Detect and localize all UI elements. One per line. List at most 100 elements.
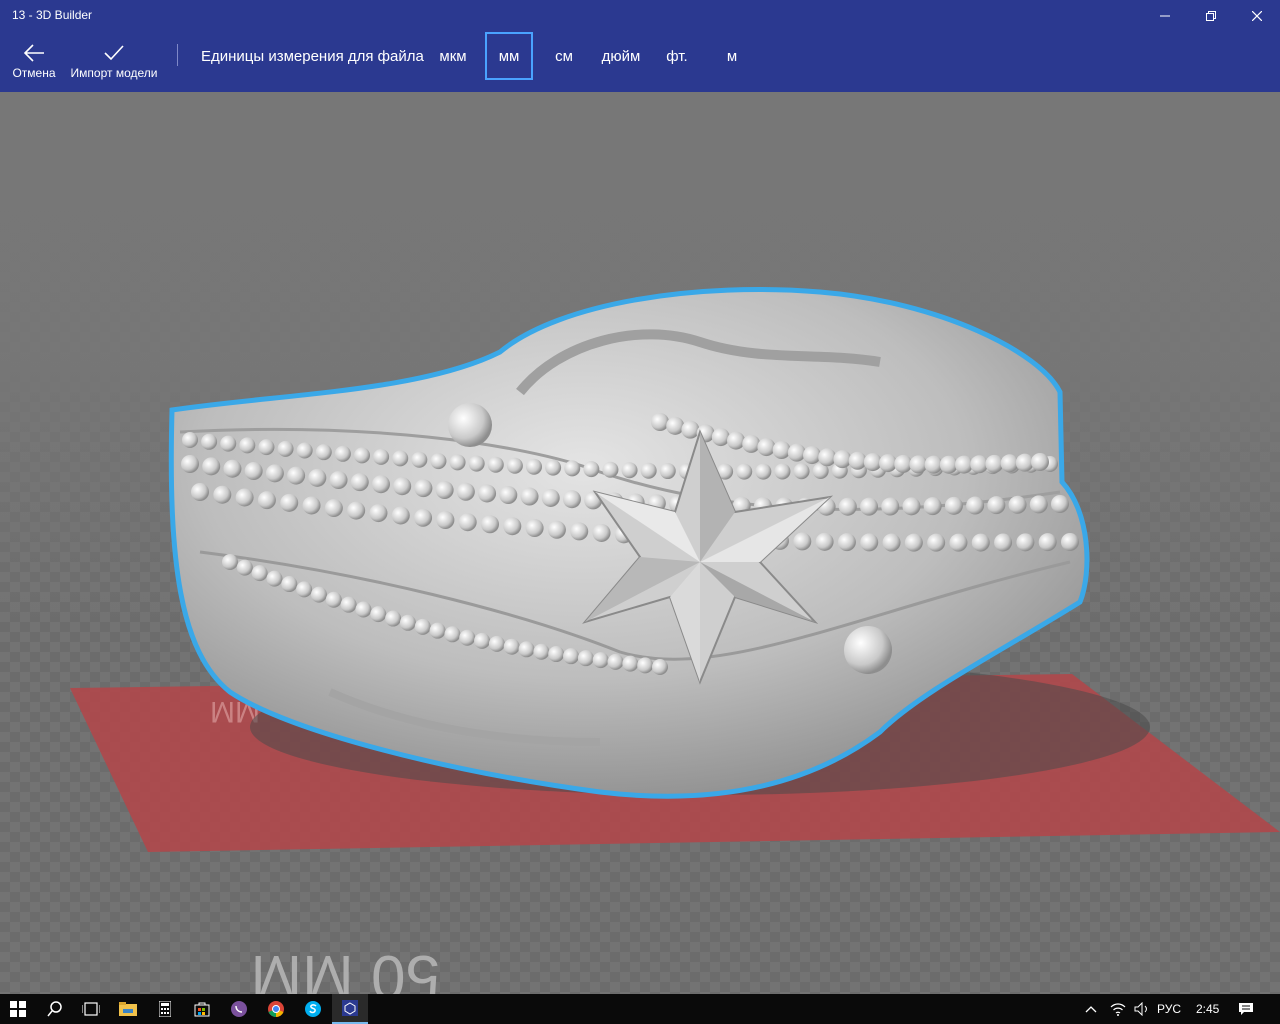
bead [456, 482, 475, 501]
bead [860, 497, 879, 516]
window-title: 13 - 3D Builder [12, 8, 93, 22]
bead [444, 626, 461, 643]
bead [592, 523, 611, 542]
bead [666, 416, 685, 435]
unit-mm-button[interactable]: мм [485, 32, 533, 80]
skype-button[interactable] [295, 994, 331, 1024]
bead [541, 488, 560, 507]
bead [287, 466, 306, 485]
unit-ft-button[interactable]: фт. [657, 32, 697, 80]
start-button[interactable] [0, 994, 36, 1024]
title-bar: 13 - 3D Builder [0, 0, 1280, 32]
bead [324, 499, 343, 518]
bead [545, 459, 562, 476]
search-button[interactable] [37, 994, 73, 1024]
bead [994, 533, 1013, 552]
bead [302, 496, 321, 515]
windows-start-icon [10, 1001, 26, 1017]
bead [533, 643, 550, 660]
bead [774, 463, 791, 480]
bead [236, 559, 253, 576]
bead [296, 581, 313, 598]
network-button[interactable] [1110, 994, 1126, 1024]
bead [803, 446, 821, 465]
bead [499, 486, 518, 505]
bead [257, 491, 276, 510]
bead [757, 438, 776, 457]
cancel-label: Отмена [12, 66, 56, 80]
checkmark-icon [104, 45, 124, 61]
bead [325, 591, 342, 608]
restore-button[interactable] [1188, 0, 1234, 32]
bead [652, 659, 668, 675]
bead [602, 461, 619, 478]
bead [971, 533, 990, 552]
bead [474, 632, 491, 649]
bead [296, 442, 313, 459]
calculator-button[interactable] [147, 994, 183, 1024]
bead [736, 463, 753, 480]
unit-inch-button[interactable]: дюйм [595, 32, 647, 80]
bead [478, 484, 497, 503]
bead [755, 463, 772, 480]
bead [902, 497, 921, 516]
store-button[interactable] [184, 994, 220, 1024]
bead [251, 565, 268, 582]
unit-ft-label: фт. [666, 47, 688, 65]
bead [577, 650, 594, 667]
unit-m-button[interactable]: м [712, 32, 752, 80]
plate-label-front: 50 MM [251, 942, 440, 994]
bead [355, 601, 372, 618]
bead [369, 504, 388, 523]
bead [391, 506, 410, 525]
bead [235, 488, 254, 507]
bead [347, 501, 366, 520]
bead [525, 519, 544, 538]
unit-um-label: мкм [439, 47, 467, 65]
bead [310, 586, 327, 603]
chrome-button[interactable] [258, 994, 294, 1024]
bead [881, 497, 900, 516]
bead [860, 533, 879, 552]
bead [370, 606, 387, 623]
arrow-left-icon [23, 44, 44, 62]
unit-inch-label: дюйм [601, 47, 641, 65]
chrome-icon [268, 1001, 284, 1018]
minimize-icon [1160, 15, 1170, 17]
scene-canvas[interactable]: MM 50 MM [0, 92, 1280, 994]
bead [222, 554, 238, 570]
bead [393, 477, 412, 496]
language-indicator[interactable]: РУС [1157, 994, 1181, 1024]
bead [223, 459, 242, 478]
bead [637, 657, 654, 674]
bead [547, 520, 566, 539]
action-center-button[interactable] [1238, 994, 1254, 1024]
bead [711, 428, 730, 447]
volume-button[interactable] [1134, 994, 1150, 1024]
clock[interactable]: 2:45 [1196, 994, 1219, 1024]
viber-button[interactable] [221, 994, 257, 1024]
task-view-button[interactable] [73, 994, 109, 1024]
side-knob-right [844, 626, 892, 674]
cancel-button[interactable]: Отмена [10, 32, 58, 92]
file-explorer-button[interactable] [110, 994, 146, 1024]
bead [987, 496, 1006, 515]
bead [622, 655, 639, 672]
bead [458, 513, 477, 532]
bead [385, 610, 402, 627]
bead [659, 463, 676, 480]
3d-viewport[interactable]: MM 50 MM [0, 92, 1280, 994]
unit-um-button[interactable]: мкм [430, 32, 476, 80]
minimize-button[interactable] [1142, 0, 1188, 32]
3d-builder-taskbar-button[interactable] [332, 994, 368, 1024]
bead [815, 532, 834, 551]
bead [563, 648, 580, 665]
bead [354, 447, 370, 464]
bead [487, 456, 504, 473]
close-button[interactable] [1234, 0, 1280, 32]
calculator-icon [159, 1001, 171, 1017]
import-model-button[interactable]: Импорт модели [68, 32, 160, 92]
unit-cm-button[interactable]: см [543, 32, 585, 80]
show-hidden-icons-button[interactable] [1085, 994, 1097, 1024]
bead [265, 464, 284, 483]
